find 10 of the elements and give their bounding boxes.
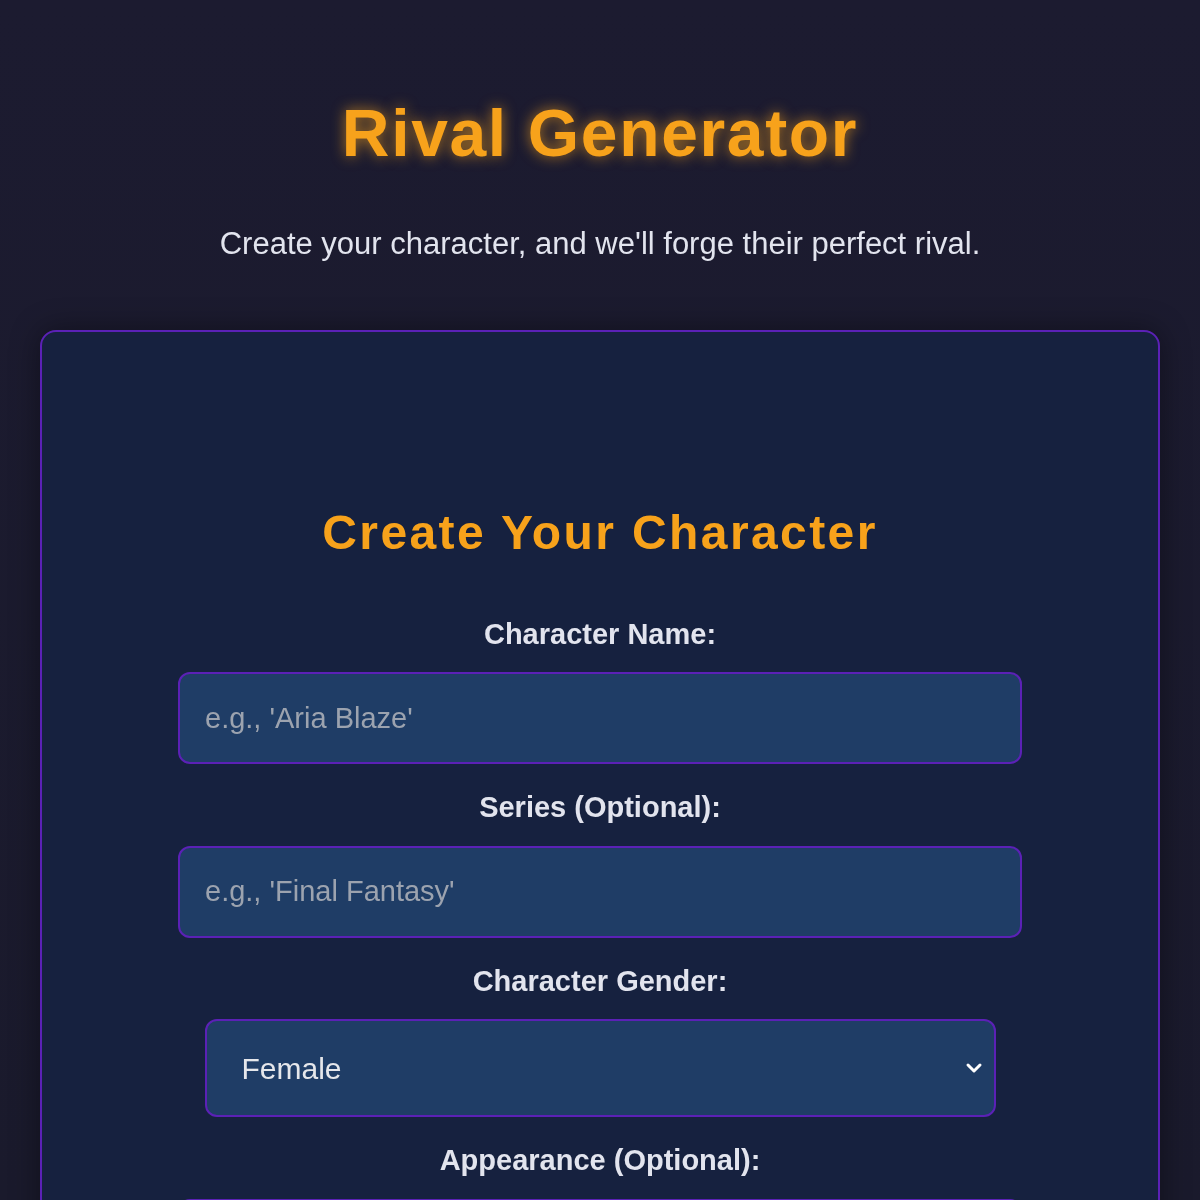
page-subtitle: Create your character, and we'll forge their perfect rival. [219, 225, 981, 263]
gender-select[interactable]: Female [204, 1019, 996, 1117]
form-heading: Create Your Character [322, 504, 878, 561]
field-label: Series (Optional): [479, 790, 721, 825]
field-label: Character Gender: [472, 963, 728, 999]
field-label: Appearance (Optional): [439, 1143, 761, 1178]
text-field[interactable]: e.g., 'Aria Blaze' [178, 672, 1022, 764]
page-title: Rival Generator [341, 95, 859, 172]
field-label: Character Name: [483, 616, 717, 652]
text-field[interactable]: e.g., 'Final Fantasy' [178, 845, 1022, 938]
